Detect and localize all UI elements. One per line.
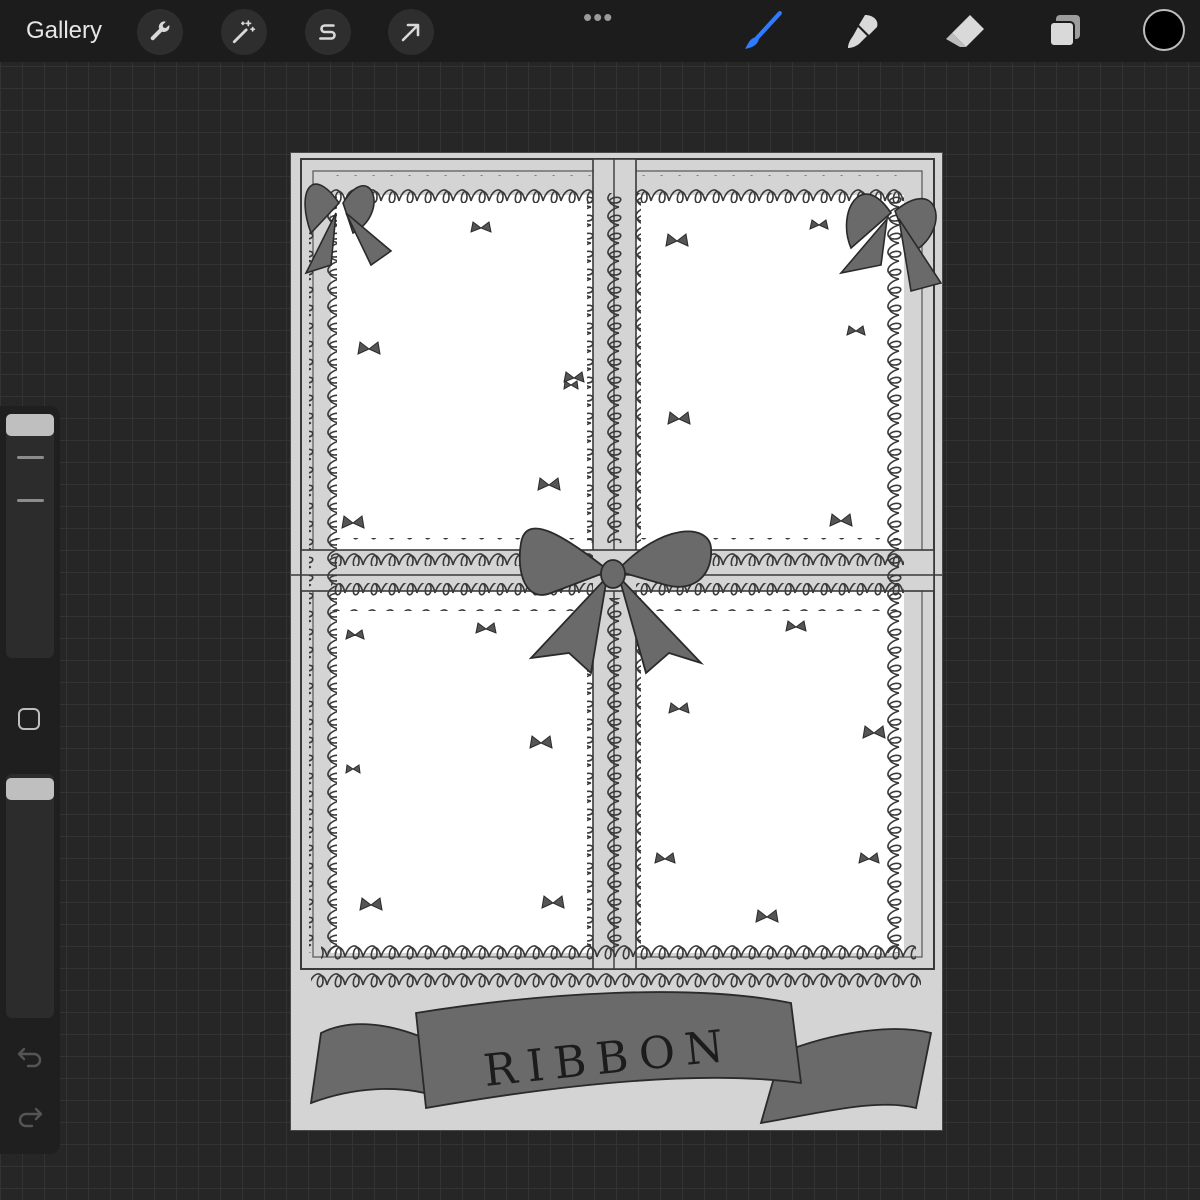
size-tick [17,499,44,502]
opacity-slider[interactable] [6,774,54,1018]
smudge-icon [848,15,878,48]
artwork-illustration: RIBBON [291,153,942,1130]
color-picker-button[interactable] [1143,9,1185,51]
top-toolbar: Gallery ••• [0,0,1200,62]
drawing-canvas[interactable]: RIBBON [290,152,943,1131]
eraser-tool-button[interactable] [943,9,987,53]
redo-arrow-icon [18,1107,43,1128]
brush-size-thumb[interactable] [6,414,54,436]
actions-button[interactable] [137,9,183,55]
brush-size-slider[interactable] [6,414,54,658]
left-sidebar [0,406,60,1154]
selection-button[interactable] [305,9,351,55]
transform-button[interactable] [388,9,434,55]
gallery-button[interactable]: Gallery [26,14,102,48]
modify-square-button[interactable] [18,708,40,730]
undo-button[interactable] [12,1042,48,1072]
layers-button[interactable] [1043,9,1087,53]
eraser-icon [946,15,984,47]
adjustments-button[interactable] [221,9,267,55]
wrench-icon [150,21,170,41]
layers-icon [1049,15,1080,47]
brush-tool-button[interactable] [741,9,785,53]
undo-arrow-icon [17,1047,42,1068]
redo-button[interactable] [12,1102,48,1132]
brush-icon [745,11,782,49]
more-dots-icon[interactable]: ••• [583,4,613,30]
magic-wand-icon [232,20,256,44]
size-tick [17,456,44,459]
smudge-tool-button[interactable] [841,9,885,53]
selection-s-icon [319,24,336,40]
arrow-cursor-icon [401,23,420,42]
opacity-thumb[interactable] [6,778,54,800]
